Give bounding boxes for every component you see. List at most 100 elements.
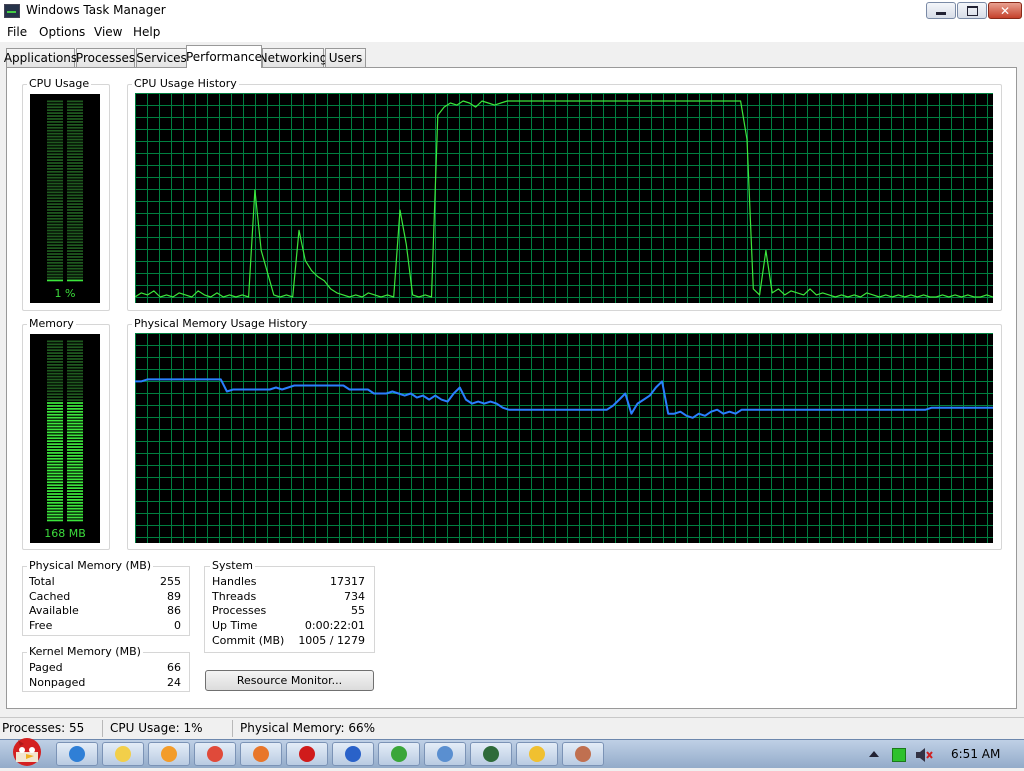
- cpu-usage-value: 1 %: [54, 287, 76, 300]
- memory-led-segment: [47, 375, 63, 378]
- cpu-led-segment: [47, 150, 63, 153]
- start-button[interactable]: [6, 734, 48, 768]
- show-hidden-icons-icon[interactable]: [868, 749, 880, 759]
- info-value: 0: [174, 619, 181, 633]
- taskbar-button[interactable]: [286, 742, 328, 766]
- taskbar-button[interactable]: [148, 742, 190, 766]
- taskbar-button[interactable]: [470, 742, 512, 766]
- cpu-led-segment: [47, 229, 63, 232]
- cpu-led-segment: [47, 259, 63, 261]
- status-separator: [102, 720, 103, 737]
- tab-performance[interactable]: Performance: [186, 45, 262, 68]
- cpu-led-segment: [67, 253, 83, 255]
- tab-users[interactable]: Users: [325, 48, 366, 67]
- cpu-led-segment: [67, 270, 83, 273]
- cpu-led-segment: [47, 209, 63, 211]
- memory-led-segment: [67, 372, 83, 375]
- cpu-led-segment: [47, 162, 63, 164]
- menu-help[interactable]: Help: [133, 25, 160, 39]
- cpu-led-segment: [67, 159, 83, 161]
- clock[interactable]: 6:51 AM: [951, 747, 1000, 761]
- menu-options[interactable]: Options: [39, 25, 85, 39]
- memory-led-segment: [47, 425, 63, 428]
- memory-led-segment: [47, 366, 63, 369]
- cpu-led-segment: [47, 241, 63, 244]
- memory-led-segment: [47, 496, 63, 498]
- memory-led-segment: [47, 431, 63, 434]
- taskbar: 6:51 AM: [0, 738, 1024, 768]
- tab-processes[interactable]: Processes: [76, 48, 135, 67]
- cpu-led-segment: [47, 156, 63, 159]
- tab-services[interactable]: Services: [136, 48, 187, 67]
- memory-led-segment: [67, 366, 83, 369]
- memory-led-segment: [67, 513, 83, 516]
- cpu-tray-icon[interactable]: [892, 748, 906, 762]
- memory-led-segment: [67, 481, 83, 484]
- memory-led-segment: [47, 408, 63, 410]
- memory-led-segment: [47, 504, 63, 507]
- status-separator: [232, 720, 233, 737]
- tab-networking[interactable]: Networking: [259, 48, 327, 67]
- memory-led-segment: [47, 428, 63, 431]
- tab-applications[interactable]: Applications: [4, 48, 77, 67]
- info-key: Up Time: [212, 619, 258, 633]
- restore-button[interactable]: [957, 2, 987, 19]
- memory-meter-bars: [47, 340, 83, 522]
- menu-file[interactable]: File: [7, 25, 27, 39]
- memory-led-segment: [67, 469, 83, 472]
- taskbar-button[interactable]: [516, 742, 558, 766]
- taskbar-button[interactable]: [424, 742, 466, 766]
- cpu-led-segment: [67, 173, 83, 176]
- info-row: Free 0: [29, 619, 181, 633]
- cpu-led-segment: [47, 153, 63, 156]
- memory-led-segment: [67, 484, 83, 487]
- cpu-led-segment: [67, 126, 83, 129]
- menu-view[interactable]: View: [94, 25, 122, 39]
- taskbar-button[interactable]: [240, 742, 282, 766]
- cpu-led-segment: [67, 261, 83, 264]
- taskbar-button[interactable]: [378, 742, 420, 766]
- minimize-button[interactable]: [926, 2, 956, 19]
- memory-led-segment: [47, 390, 63, 393]
- memory-led-segment: [47, 419, 63, 422]
- taskbar-button[interactable]: [194, 742, 236, 766]
- taskbar-button[interactable]: [562, 742, 604, 766]
- cpu-led-segment: [47, 217, 63, 220]
- memory-led-segment: [67, 510, 83, 513]
- memory-led-segment: [47, 349, 63, 352]
- memory-led-segment: [47, 346, 63, 349]
- info-value: 55: [351, 604, 365, 618]
- info-key: Processes: [212, 604, 267, 618]
- info-key: Threads: [212, 589, 257, 603]
- memory-led-segment: [47, 454, 63, 457]
- cpu-led-segment: [47, 261, 63, 264]
- cpu-led-segment: [67, 214, 83, 217]
- memory-led-segment: [47, 369, 63, 372]
- resource-monitor-button[interactable]: Resource Monitor...: [205, 670, 374, 691]
- media-player-icon: [161, 746, 177, 762]
- cpu-led-segment: [67, 153, 83, 156]
- cpu-led-segment: [67, 100, 83, 103]
- memory-label: Memory: [27, 317, 76, 330]
- cpu-led-segment: [47, 106, 63, 109]
- cpu-led-segment: [67, 250, 83, 252]
- title-bar[interactable]: Windows Task Manager ✕: [0, 0, 1024, 22]
- taskbar-button[interactable]: [102, 742, 144, 766]
- cpu-led-segment: [67, 138, 83, 141]
- memory-led-segment: [47, 378, 63, 381]
- memory-led-segment: [67, 446, 83, 448]
- taskbar-button[interactable]: [332, 742, 374, 766]
- memory-led-segment: [47, 466, 63, 469]
- volume-muted-icon[interactable]: [915, 747, 933, 763]
- taskbar-button[interactable]: [56, 742, 98, 766]
- info-row: Nonpaged 24: [29, 676, 181, 690]
- cpu-led-segment: [47, 112, 63, 114]
- memory-history-line: [135, 378, 993, 419]
- cpu-led-segment: [67, 273, 83, 276]
- memory-led-segment: [67, 393, 83, 396]
- memory-led-segment: [47, 443, 63, 445]
- memory-led-segment: [47, 519, 63, 522]
- cpu-led-segment: [67, 229, 83, 232]
- close-button[interactable]: ✕: [988, 2, 1022, 19]
- tab-strip: Applications Processes Services Performa…: [0, 44, 1024, 68]
